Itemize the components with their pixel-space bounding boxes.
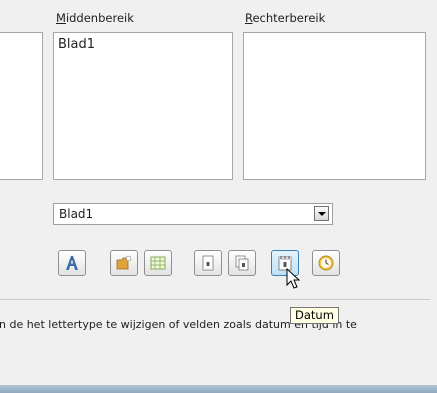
page-number-icon [202, 255, 214, 271]
time-button[interactable] [312, 250, 340, 276]
header-select[interactable]: Blad1 [53, 203, 333, 225]
left-area-editor[interactable] [0, 32, 43, 180]
mouse-pointer-icon [286, 268, 300, 289]
middle-area-text: Blad1 [58, 37, 96, 52]
page-number-button[interactable] [194, 250, 222, 276]
header-footer-dialog: Middenbereik Rechterbereik Blad1 Blad1 n… [0, 0, 437, 385]
right-area-label: Rechterbereik [245, 11, 326, 25]
text-format-icon [66, 256, 78, 270]
chevron-down-icon[interactable] [314, 206, 329, 221]
sheet-grid-icon [150, 256, 166, 270]
tooltip: Datum [290, 307, 339, 324]
folder-icon [116, 255, 132, 270]
pages-icon [235, 255, 249, 271]
middle-area-label: Middenbereik [56, 11, 134, 25]
middle-area-editor[interactable]: Blad1 [53, 32, 233, 180]
header-select-value: Blad1 [59, 207, 94, 221]
right-area-editor[interactable] [243, 32, 426, 180]
sheet-name-button[interactable] [144, 250, 172, 276]
divider [0, 299, 430, 300]
window-bottom-border [0, 385, 437, 393]
pages-button[interactable] [228, 250, 256, 276]
filename-button[interactable] [110, 250, 138, 276]
text-attributes-button[interactable] [58, 250, 86, 276]
clock-icon [318, 255, 334, 271]
